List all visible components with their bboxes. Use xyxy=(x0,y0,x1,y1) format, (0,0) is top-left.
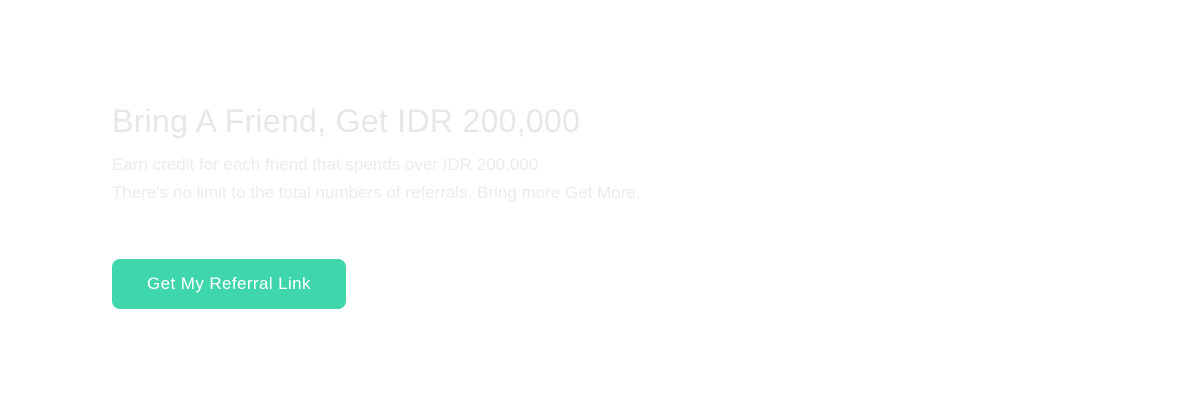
description-line-limit: There's no limit to the total numbers of… xyxy=(112,183,641,202)
referral-section: Bring A Friend, Get IDR 200,000 Earn cre… xyxy=(112,100,1012,207)
description-line-credit: Earn credit for each friend that spends … xyxy=(112,155,539,174)
get-referral-link-button[interactable]: Get My Referral Link xyxy=(112,259,346,309)
referral-title: Bring A Friend, Get IDR 200,000 xyxy=(112,103,581,139)
referral-description: Earn credit for each friend that spends … xyxy=(112,151,1012,207)
